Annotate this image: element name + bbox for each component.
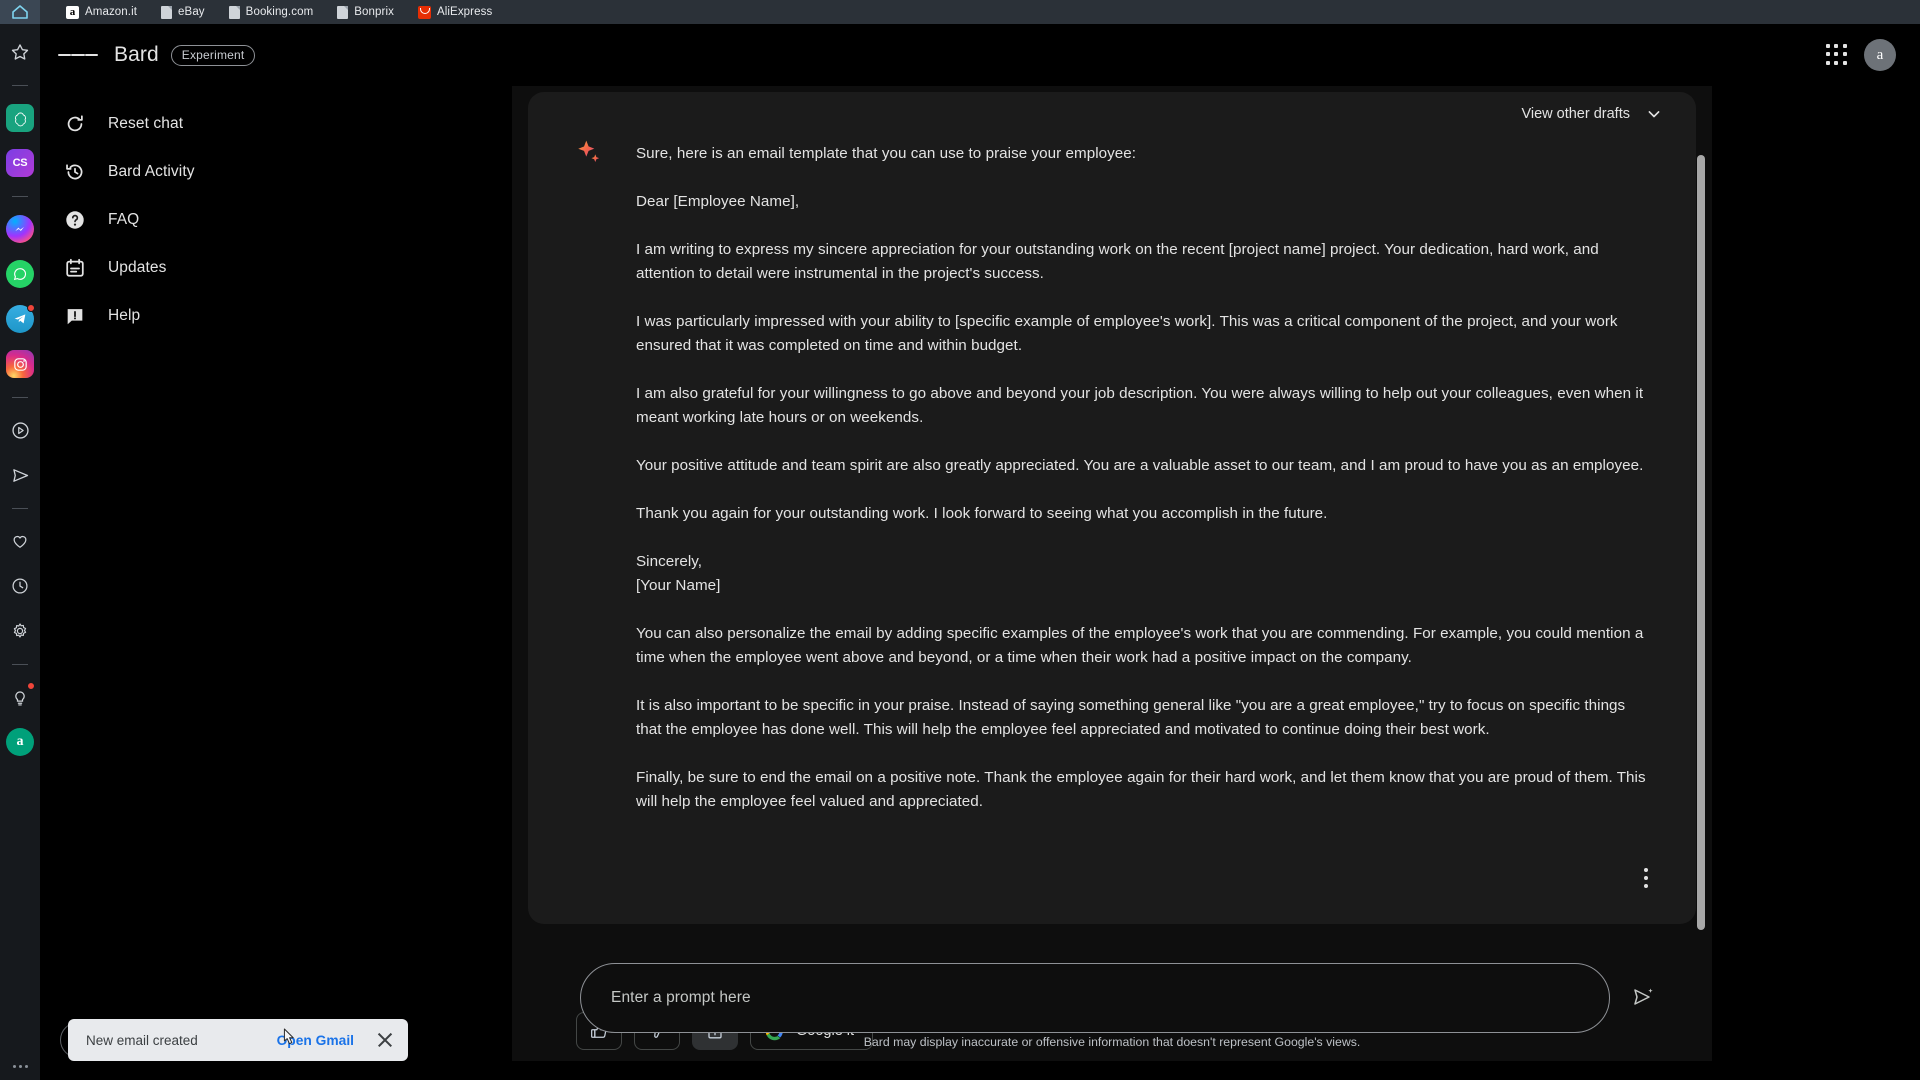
sidebar-item-reset-chat[interactable]: Reset chat [56,100,356,148]
bard-header: Bard Experiment a [40,24,1920,86]
page-title: Bard [114,43,159,66]
chevron-down-icon[interactable] [1644,104,1664,124]
more-vertical-icon[interactable] [1644,868,1648,888]
paragraph: I am also grateful for your willingness … [636,385,1644,426]
response-content: Sure, here is an email template that you… [528,92,1696,814]
send-sparkle-icon[interactable] [1631,985,1655,1009]
signature-line: Sincerely, [636,553,703,570]
close-icon[interactable] [376,1031,394,1049]
bookmark-label: Amazon.it [85,6,138,18]
send-icon[interactable] [6,461,34,489]
instagram-icon[interactable] [6,350,34,378]
home-icon[interactable] [0,0,40,24]
reset-icon [67,115,83,132]
star-icon[interactable] [6,38,34,66]
avatar[interactable]: a [1864,39,1896,71]
sidebar-item-help[interactable]: Help [56,292,356,340]
telegram-icon[interactable] [6,304,35,333]
gear-icon[interactable] [6,617,34,645]
rail-divider [12,196,28,197]
feedback-icon [67,309,83,325]
account-a-icon[interactable]: a [6,728,34,756]
disclaimer-text: Bard may display inaccurate or offensive… [863,1035,1361,1049]
paragraph: You can also personalize the email by ad… [636,625,1644,666]
heart-icon[interactable] [6,527,34,555]
experiment-badge: Experiment [170,44,256,66]
view-other-drafts-label: View other drafts [1521,106,1630,122]
rail-more-options[interactable] [12,1065,28,1068]
bookmark-list: a Amazon.it eBay Booking.com Bonprix Ali… [40,0,504,24]
rail-divider [12,664,28,665]
bookmark-item-bonprix[interactable]: Bonprix [325,0,406,24]
notification-badge [27,682,35,690]
bookmark-item-ebay[interactable]: eBay [149,0,217,24]
chatgpt-icon[interactable] [6,104,34,132]
bard-sparkle-icon [578,140,600,162]
toast-notification: New email created Open Gmail [68,1019,408,1061]
signature-block: Sincerely, [Your Name] [636,550,1652,598]
cs-icon[interactable]: CS [6,149,34,177]
document-favicon [337,5,349,19]
side-navigation: Reset chat Bard Activity FAQ Updates Hel… [56,100,356,340]
google-apps-icon[interactable] [1826,44,1848,66]
header-actions: a [1826,39,1896,71]
chat-scrollbar[interactable] [1697,155,1705,930]
sidebar-item-label: FAQ [108,211,140,228]
help-circle-icon [66,211,84,229]
paragraph: Finally, be sure to end the email on a p… [636,769,1646,810]
bookmark-item-aliexpress[interactable]: AliExpress [406,0,504,24]
bookmark-label: eBay [178,6,205,18]
app-screen: a Amazon.it eBay Booking.com Bonprix Ali… [0,0,1920,1080]
history-icon [66,164,83,180]
rail-divider [12,85,28,86]
document-favicon [161,5,173,19]
rail-divider [12,508,28,509]
mouse-cursor [283,1028,294,1045]
paragraph: I am writing to express my sincere appre… [636,241,1599,282]
response-card: Sure, here is an email template that you… [528,92,1696,924]
messenger-icon[interactable] [6,215,34,243]
notification-badge [27,304,35,312]
document-favicon [228,5,240,19]
paragraph: Your positive attitude and team spirit a… [636,457,1644,474]
paragraph: Dear [Employee Name], [636,193,800,210]
sidebar-item-bard-activity[interactable]: Bard Activity [56,148,356,196]
signature-name: [Your Name] [636,577,721,594]
lightbulb-icon[interactable] [6,682,35,711]
bookmark-label: AliExpress [436,6,493,18]
app-sidebar-rail: CS a [0,24,40,1080]
paragraph: Thank you again for your outstanding wor… [636,505,1328,522]
sidebar-item-updates[interactable]: Updates [56,244,356,292]
bookmark-label: Booking.com [245,6,314,18]
hamburger-icon[interactable] [58,35,98,75]
view-other-drafts-button[interactable]: View other drafts [512,104,1712,124]
message-text: Sure, here is an email template that you… [636,142,1652,814]
calendar-icon [66,258,84,277]
browser-bookmarks-bar: a Amazon.it eBay Booking.com Bonprix Ali… [0,0,1920,24]
bookmark-item-booking[interactable]: Booking.com [217,0,326,24]
rail-divider [12,397,28,398]
prompt-placeholder: Enter a prompt here [611,989,751,1006]
bookmark-item-amazon[interactable]: a Amazon.it [54,0,149,24]
paragraph: It is also important to be specific in y… [636,697,1626,738]
aliexpress-favicon [417,5,431,19]
toast-message: New email created [86,1032,198,1048]
sidebar-item-label: Reset chat [108,115,184,132]
bookmark-label: Bonprix [354,6,394,18]
sidebar-item-label: Bard Activity [108,163,195,180]
play-circle-icon[interactable] [6,416,34,444]
sidebar-item-label: Help [108,307,141,324]
paragraph: Sure, here is an email template that you… [636,145,1137,162]
prompt-input[interactable]: Enter a prompt here [580,963,1610,1033]
paragraph: I was particularly impressed with your a… [636,313,1618,354]
whatsapp-icon[interactable] [6,260,34,288]
clock-icon[interactable] [6,572,34,600]
amazon-favicon: a [66,5,79,19]
sidebar-item-faq[interactable]: FAQ [56,196,356,244]
sidebar-item-label: Updates [108,259,167,276]
prompt-area: Enter a prompt here [580,963,1655,1033]
message-row: Sure, here is an email template that you… [576,140,1652,814]
